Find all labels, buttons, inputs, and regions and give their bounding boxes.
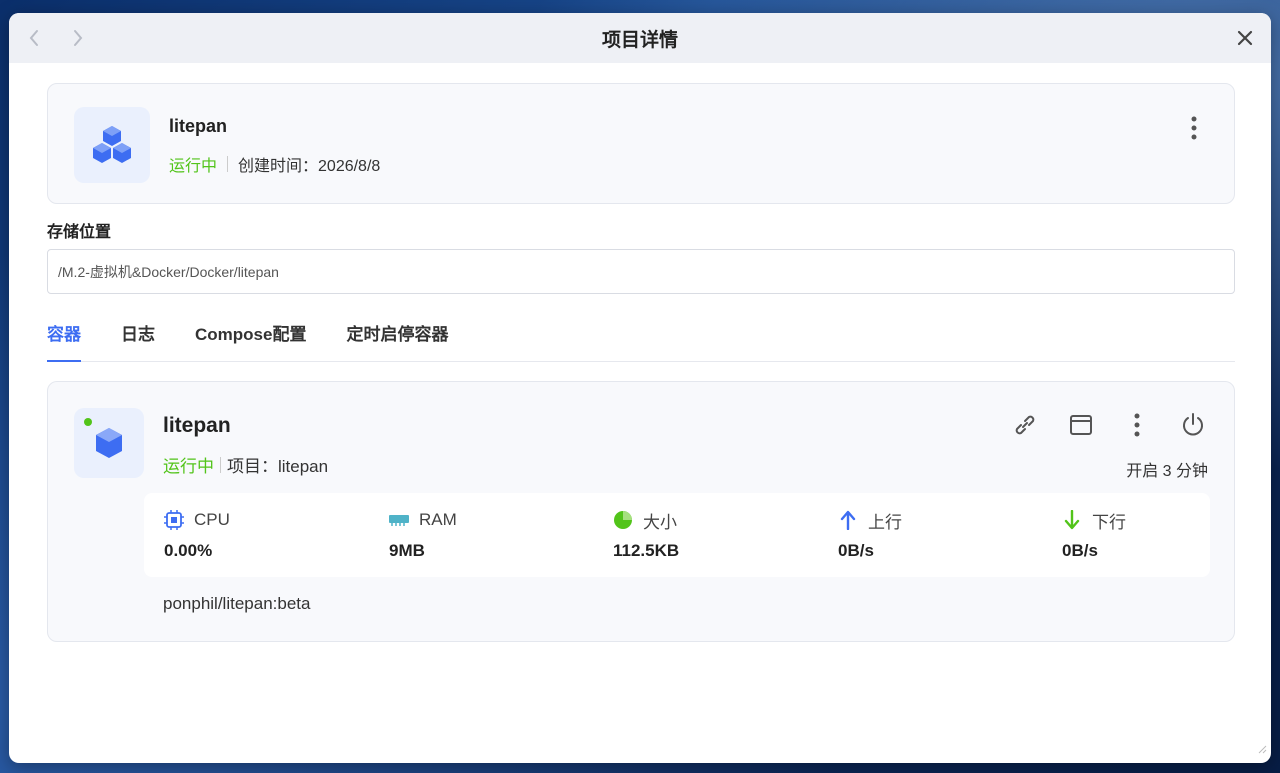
container-meta: 运行中 项目：litepan — [163, 452, 328, 477]
tab-compose-config[interactable]: Compose配置 — [195, 313, 306, 361]
running-dot — [84, 418, 92, 426]
more-vertical-icon — [1191, 116, 1197, 140]
project-card: litepan 运行中 创建时间：2026/8/8 — [47, 83, 1235, 204]
container-uptime: 开启 3 分钟 — [1126, 463, 1208, 480]
pie-icon — [613, 510, 633, 530]
container-icon — [74, 408, 144, 478]
cubes-icon — [93, 126, 131, 163]
window-icon — [1070, 415, 1092, 435]
arrow-down-icon — [1062, 510, 1082, 530]
project-meta: 运行中 创建时间：2026/8/8 — [169, 152, 380, 176]
stat-value: 9MB — [389, 541, 425, 560]
container-name: litepan — [163, 414, 231, 437]
container-image: ponphil/litepan:beta — [163, 594, 311, 613]
window-title: 项目详情 — [601, 29, 678, 51]
stat-download: 下行 0B/s — [1062, 509, 1262, 561]
stat-value: 0B/s — [838, 541, 874, 560]
more-vertical-icon — [1134, 413, 1140, 437]
resize-grip-icon — [1258, 745, 1267, 754]
project-name: litepan — [169, 116, 228, 136]
project-status: 运行中 — [169, 158, 218, 175]
link-button[interactable] — [1010, 410, 1040, 440]
chevron-right-icon — [74, 30, 83, 46]
close-button[interactable] — [1233, 26, 1257, 50]
stat-value: 0B/s — [1062, 541, 1098, 560]
stat-label: 大小 — [643, 512, 677, 532]
project-created: 创建时间：2026/8/8 — [238, 158, 381, 175]
stat-label: CPU — [194, 510, 230, 529]
tab-scheduled-start-stop[interactable]: 定时启停容器 — [346, 313, 448, 361]
stat-label: RAM — [419, 510, 457, 529]
titlebar: 项目详情 — [9, 13, 1271, 63]
nav-buttons — [23, 26, 89, 50]
divider — [220, 456, 221, 473]
stat-ram: RAM 9MB — [389, 509, 589, 561]
power-button[interactable] — [1178, 410, 1208, 440]
divider — [227, 156, 229, 172]
tab-bar: 容器 日志 Compose配置 定时启停容器 — [47, 313, 1235, 362]
stat-upload: 上行 0B/s — [838, 509, 1038, 561]
stat-label: 上行 — [868, 512, 902, 532]
container-more-button[interactable] — [1122, 410, 1152, 440]
tab-containers[interactable]: 容器 — [47, 313, 81, 362]
ram-icon — [389, 510, 409, 530]
project-more-button[interactable] — [1184, 114, 1204, 142]
stat-size: 大小 112.5KB — [613, 509, 813, 561]
terminal-button[interactable] — [1066, 410, 1096, 440]
cpu-icon — [164, 510, 184, 530]
tab-logs[interactable]: 日志 — [121, 313, 155, 361]
stat-value: 112.5KB — [613, 541, 680, 560]
container-actions — [1010, 410, 1208, 440]
stat-label: 下行 — [1092, 512, 1126, 532]
storage-path-field[interactable] — [47, 249, 1235, 294]
container-stats: CPU 0.00% RAM 9MB 大小 112.5KB 上行 0B/s 下行 … — [144, 493, 1210, 577]
link-icon — [1015, 415, 1035, 435]
close-icon — [1237, 30, 1253, 46]
back-button[interactable] — [23, 26, 45, 50]
arrow-up-icon — [838, 510, 858, 530]
project-icon — [74, 107, 150, 183]
chevron-left-icon — [29, 30, 38, 46]
storage-label: 存储位置 — [47, 224, 112, 241]
container-status: 运行中 — [163, 457, 214, 476]
cube-icon — [96, 428, 122, 458]
forward-button[interactable] — [67, 26, 89, 50]
container-card: litepan 运行中 项目：litepan 开启 3 分钟 CPU 0.00%… — [47, 381, 1235, 642]
container-project: 项目：litepan — [227, 457, 329, 476]
stat-cpu: CPU 0.00% — [164, 509, 364, 561]
resize-handle[interactable] — [1257, 741, 1267, 759]
project-detail-window: 项目详情 litepan 运行中 创建时间：2026/8/8 存储位置 /M.2… — [9, 13, 1271, 763]
stat-value: 0.00% — [164, 541, 213, 560]
power-icon — [1183, 413, 1203, 436]
